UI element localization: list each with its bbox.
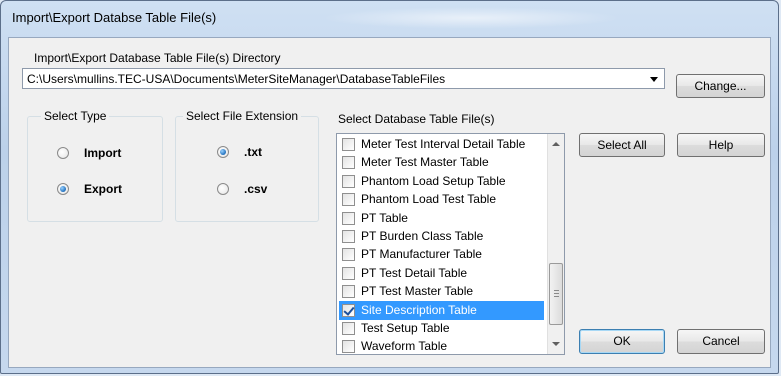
item-label: PT Test Master Table (361, 284, 474, 299)
file-extension-title: Select File Extension (183, 109, 302, 123)
item-checkbox[interactable] (342, 266, 355, 280)
dialog-window: Import\Export Databse Table File(s) Impo… (0, 0, 779, 374)
tables-label: Select Database Table File(s) (338, 112, 495, 126)
ok-label: OK (613, 334, 631, 348)
item-label: Test Setup Table (361, 321, 450, 335)
list-item[interactable]: Test Setup Table (339, 319, 544, 338)
scroll-down-icon[interactable] (552, 342, 560, 346)
item-checkbox[interactable] (342, 285, 355, 299)
help-button[interactable]: Help (677, 133, 765, 157)
item-label: PT Burden Class Table (361, 229, 484, 243)
scroll-up-icon[interactable] (552, 142, 560, 146)
import-label[interactable]: Import (84, 146, 121, 160)
item-checkbox[interactable] (342, 303, 355, 317)
item-checkbox[interactable] (342, 156, 355, 170)
window-title: Import\Export Databse Table File(s) (12, 10, 217, 25)
item-label: Meter Test Interval Detail Table (361, 137, 526, 151)
list-item[interactable]: Phantom Load Setup Table (339, 172, 544, 191)
list-item[interactable]: Waveform Table (339, 337, 544, 354)
item-label: PT Manufacturer Table (361, 247, 482, 262)
directory-combo[interactable]: C:\Users\mullins.TEC-USA\Documents\Meter… (22, 68, 665, 89)
export-label[interactable]: Export (84, 182, 122, 196)
chevron-down-icon[interactable] (650, 77, 658, 82)
item-label: PT Test Detail Table (361, 265, 468, 280)
list-scrollbar[interactable] (547, 134, 564, 354)
csv-label[interactable]: .csv (244, 182, 267, 196)
csv-radio[interactable] (217, 183, 229, 195)
directory-path: C:\Users\mullins.TEC-USA\Documents\Meter… (27, 72, 446, 86)
item-label: Site Description Table (361, 302, 477, 317)
list-item[interactable]: PT Burden Class Table (339, 227, 544, 246)
export-radio[interactable] (57, 183, 69, 195)
select-type-title: Select Type (41, 109, 110, 123)
import-radio[interactable] (57, 147, 69, 159)
title-glow (321, 7, 621, 29)
list-item[interactable]: PT Manufacturer Table (339, 245, 544, 264)
change-button[interactable]: Change... (676, 74, 765, 98)
item-label: Phantom Load Setup Table (361, 173, 506, 188)
item-label: Meter Test Master Table (361, 155, 489, 170)
item-label: Phantom Load Test Table (361, 192, 496, 207)
list-item[interactable]: Meter Test Interval Detail Table (339, 135, 544, 154)
grip-line (554, 296, 559, 297)
select-type-group (27, 116, 163, 222)
cancel-button[interactable]: Cancel (677, 329, 765, 354)
ok-button[interactable]: OK (579, 329, 665, 354)
item-checkbox[interactable] (342, 174, 355, 188)
item-label: Waveform Table (361, 339, 448, 354)
item-label: PT Table (361, 210, 408, 225)
item-checkbox[interactable] (342, 230, 355, 243)
list-item[interactable]: Meter Test Master Table (339, 153, 544, 172)
item-checkbox[interactable] (342, 138, 355, 151)
help-label: Help (708, 138, 734, 152)
file-extension-group (175, 116, 319, 222)
item-checkbox[interactable] (342, 322, 355, 335)
list-item[interactable]: PT Test Master Table (339, 282, 544, 301)
item-checkbox[interactable] (342, 211, 355, 225)
scroll-thumb[interactable] (549, 263, 563, 325)
item-checkbox[interactable] (342, 248, 355, 262)
txt-radio[interactable] (217, 146, 229, 158)
table-checklist[interactable]: Meter Test Interval Detail Table Meter Te… (336, 133, 565, 355)
cancel-label: Cancel (702, 334, 740, 348)
txt-label[interactable]: .txt (244, 145, 262, 159)
grip-line (554, 293, 559, 294)
select-all-label: Select All (597, 138, 647, 152)
select-all-button[interactable]: Select All (579, 133, 665, 157)
item-checkbox[interactable] (342, 193, 355, 207)
list-item[interactable]: Site Description Table (339, 300, 544, 320)
list-item[interactable]: PT Table (339, 209, 544, 228)
directory-label: Import\Export Database Table File(s) Dir… (34, 51, 281, 65)
title-bar[interactable]: Import\Export Databse Table File(s) (1, 1, 778, 37)
list-item[interactable]: Phantom Load Test Table (339, 190, 544, 209)
grip-line (554, 290, 559, 291)
list-item[interactable]: PT Test Detail Table (339, 264, 544, 283)
change-button-label: Change... (694, 79, 747, 93)
item-checkbox[interactable] (342, 340, 355, 354)
